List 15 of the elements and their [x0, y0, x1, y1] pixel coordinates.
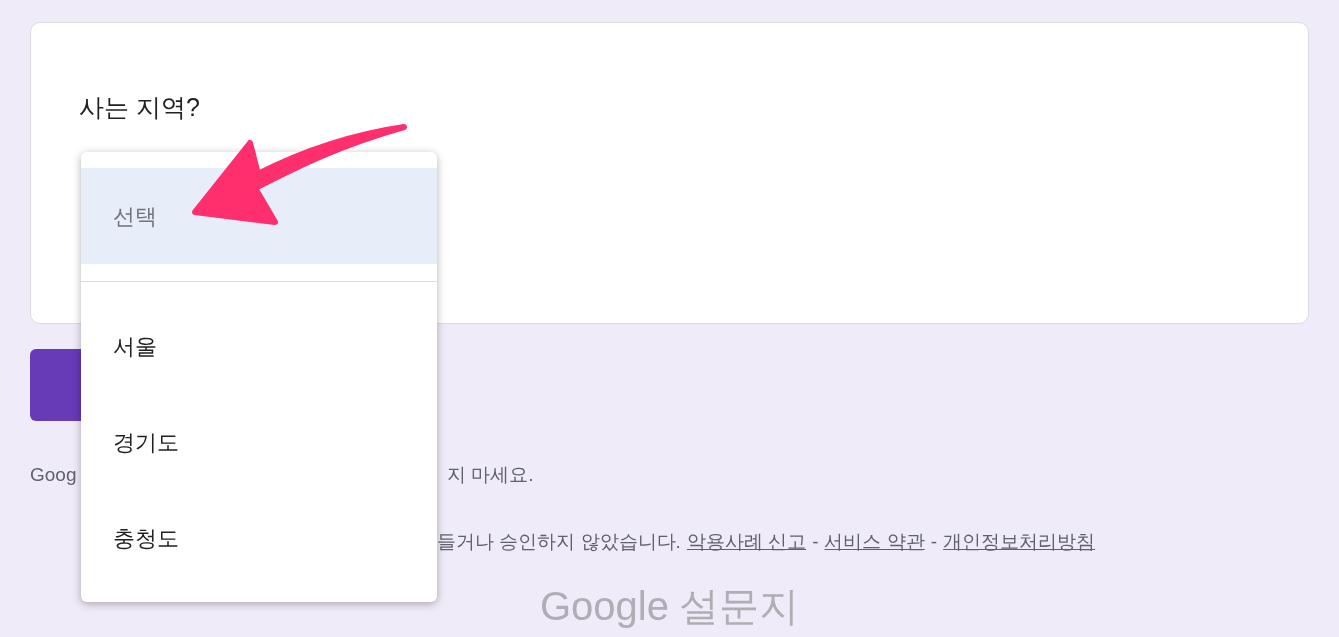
- dropdown-option[interactable]: 선택: [81, 168, 437, 264]
- dropdown-option[interactable]: 서울: [81, 298, 437, 394]
- question-title: 사는 지역?: [79, 93, 200, 121]
- footer-link[interactable]: 악용사례 신고: [686, 527, 807, 556]
- notice-text: Goog: [30, 463, 78, 487]
- notice-text: 지 마세요.: [447, 463, 534, 487]
- link-separator: -: [812, 529, 819, 554]
- disclaimer-text: 들거나 승인하지 않았습니다.: [437, 529, 681, 554]
- footer-link[interactable]: 서비스 약관: [824, 527, 925, 556]
- logo-brand: Google: [540, 586, 669, 626]
- footer-link[interactable]: 개인정보처리방침: [943, 527, 1096, 556]
- logo-product: 설문지: [679, 586, 799, 626]
- link-separator: -: [930, 529, 938, 554]
- dropdown-option[interactable]: 충청도: [81, 490, 437, 586]
- dropdown-option[interactable]: 경기도: [81, 394, 437, 490]
